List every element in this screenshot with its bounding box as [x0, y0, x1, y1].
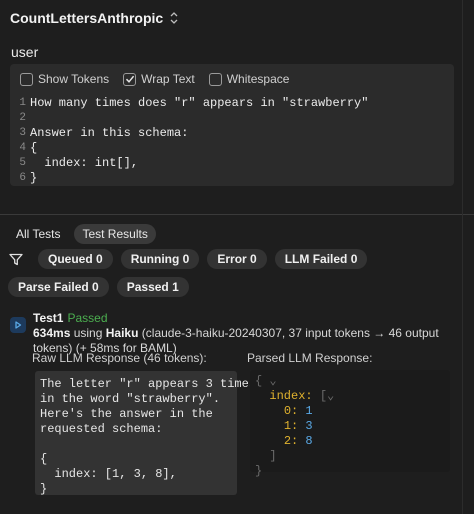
using-text: using: [73, 326, 103, 340]
code-line: 5 index: int[],: [10, 156, 454, 171]
message-role: user: [11, 44, 39, 60]
section-divider: [0, 214, 474, 215]
filter-queued[interactable]: Queued 0: [38, 249, 113, 269]
checkmark-icon: [125, 75, 134, 83]
json-array-item: 1: 3: [283, 419, 313, 433]
raw-response-label: Raw LLM Response (46 tokens):: [32, 351, 207, 365]
line-number: 5: [19, 157, 26, 169]
test-name: Test1: [33, 311, 64, 325]
code-line: 3 Answer in this schema:: [10, 126, 454, 141]
status-badge: Passed: [67, 311, 108, 325]
line-text: How many times does "r" appears in "stra…: [30, 96, 369, 110]
code-line: 2: [10, 111, 454, 126]
line-number: 3: [19, 127, 26, 139]
line-text: {: [30, 141, 38, 155]
line-text: index: int[],: [30, 156, 139, 170]
show-tokens-label: Show Tokens: [38, 72, 110, 86]
raw-response-text: The letter "r" appears 3 times in the wo…: [35, 371, 256, 496]
chevron-up-down-icon[interactable]: [169, 11, 179, 25]
parsed-response-json: { ⌄ index: [⌄ 0: 1 1: 3 2: 8 ] }: [250, 370, 450, 478]
model-name: Haiku: [105, 326, 139, 340]
test-details: Test1 Passed 634ms using Haiku (claude-3-…: [33, 311, 473, 356]
collapse-chevron-icon[interactable]: ⌄: [327, 389, 334, 403]
tab-all-tests[interactable]: All Tests: [8, 224, 68, 244]
json-key-line: index: [⌄: [269, 389, 335, 403]
line-number: 4: [19, 142, 26, 154]
tab-test-results[interactable]: Test Results: [74, 224, 156, 244]
function-title[interactable]: CountLettersAnthropic: [10, 10, 163, 26]
panel-edge: [462, 0, 463, 514]
filter-running[interactable]: Running 0: [120, 249, 200, 269]
filter-icon[interactable]: [8, 249, 24, 269]
line-number: 6: [19, 172, 26, 184]
line-number: 2: [19, 112, 26, 124]
wrap-text-option[interactable]: Wrap Text: [123, 72, 195, 86]
json-array-item: 2: 8: [283, 434, 313, 448]
status-filters: Queued 0 Running 0 Error 0 LLM Failed 0 …: [8, 249, 468, 297]
wrap-text-label: Wrap Text: [141, 72, 195, 86]
show-tokens-checkbox[interactable]: [20, 72, 33, 86]
json-close-brace: }: [255, 464, 263, 478]
code-line: 1 How many times does "r" appears in "str…: [10, 96, 454, 111]
whitespace-option[interactable]: Whitespace: [208, 72, 290, 86]
show-tokens-option[interactable]: Show Tokens: [20, 72, 109, 86]
json-close-bracket: ]: [255, 449, 277, 463]
prompt-options: Show Tokens Wrap Text Whitespace: [10, 64, 454, 94]
line-text: }: [30, 171, 38, 185]
filter-llm-failed[interactable]: LLM Failed 0: [274, 249, 368, 269]
collapse-chevron-icon[interactable]: ⌄: [262, 374, 276, 388]
parsed-response-label: Parsed LLM Response:: [247, 351, 373, 365]
results-tabs: All Tests Test Results: [8, 224, 156, 244]
line-number: 1: [19, 97, 26, 109]
prompt-code[interactable]: 1 How many times does "r" appears in "str…: [10, 94, 454, 186]
filter-error[interactable]: Error 0: [207, 249, 267, 269]
run-test-icon[interactable]: [10, 317, 26, 333]
filter-passed[interactable]: Passed 1: [116, 277, 189, 297]
prompt-panel: Show Tokens Wrap Text Whitespace 1 How ma…: [10, 64, 454, 186]
json-key: index: [269, 389, 306, 403]
json-array-item: 0: 1: [283, 404, 313, 418]
whitespace-label: Whitespace: [226, 72, 290, 86]
whitespace-checkbox[interactable]: [208, 72, 222, 86]
line-text: Answer in this schema:: [30, 126, 189, 140]
wrap-text-checkbox[interactable]: [123, 72, 137, 86]
code-line: 6}: [10, 171, 454, 186]
test-duration: 634ms: [33, 326, 71, 340]
filter-parse-failed[interactable]: Parse Failed 0: [8, 277, 109, 297]
app-header: CountLettersAnthropic: [0, 0, 474, 36]
code-line: 4{: [10, 141, 454, 156]
